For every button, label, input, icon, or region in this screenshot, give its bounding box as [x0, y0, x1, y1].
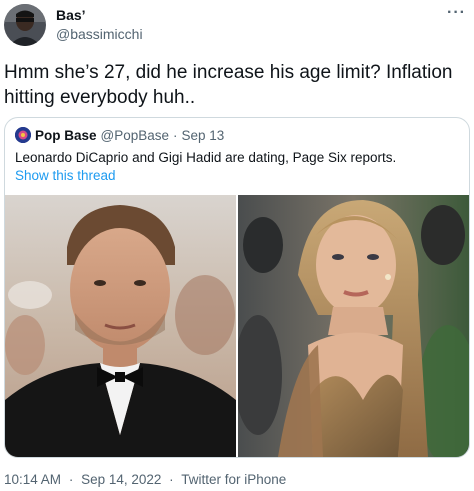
quoted-tweet-card[interactable]: Pop Base @PopBase · Sep 13 Leonardo DiCa…: [4, 117, 470, 458]
tweet-time[interactable]: 10:14 AM: [4, 472, 61, 487]
meta-separator: ·: [68, 472, 74, 487]
photo-leonardo-dicaprio[interactable]: [5, 195, 236, 457]
tweet-meta: 10:14 AM · Sep 14, 2022 · Twitter for iP…: [4, 471, 286, 489]
quoted-tweet-date[interactable]: Sep 13: [182, 128, 225, 143]
tweet-source[interactable]: Twitter for iPhone: [181, 472, 286, 487]
quoted-author-avatar[interactable]: [15, 127, 31, 143]
quoted-separator: ·: [173, 127, 178, 143]
tweet-header: Bas’ @bassimicchi ···: [4, 4, 470, 48]
show-thread-link[interactable]: Show this thread: [15, 167, 116, 185]
quoted-author-name[interactable]: Pop Base: [35, 128, 97, 143]
author-info: Bas’ @bassimicchi: [56, 6, 143, 44]
quoted-tweet-text: Leonardo DiCaprio and Gigi Hadid are dat…: [15, 150, 397, 165]
author-display-name[interactable]: Bas’: [56, 6, 143, 24]
more-horizontal-icon[interactable]: ···: [447, 5, 466, 21]
quoted-tweet-header: Pop Base @PopBase · Sep 13: [15, 125, 224, 145]
author-handle[interactable]: @bassimicchi: [56, 24, 143, 44]
author-avatar[interactable]: [4, 4, 46, 46]
tweet-text: Hmm she’s 27, did he increase his age li…: [4, 62, 453, 108]
meta-separator: ·: [169, 472, 174, 487]
tweet-date[interactable]: Sep 14, 2022: [81, 472, 161, 487]
photo-gigi-hadid[interactable]: [238, 195, 469, 457]
quoted-author-handle[interactable]: @PopBase: [101, 128, 170, 143]
